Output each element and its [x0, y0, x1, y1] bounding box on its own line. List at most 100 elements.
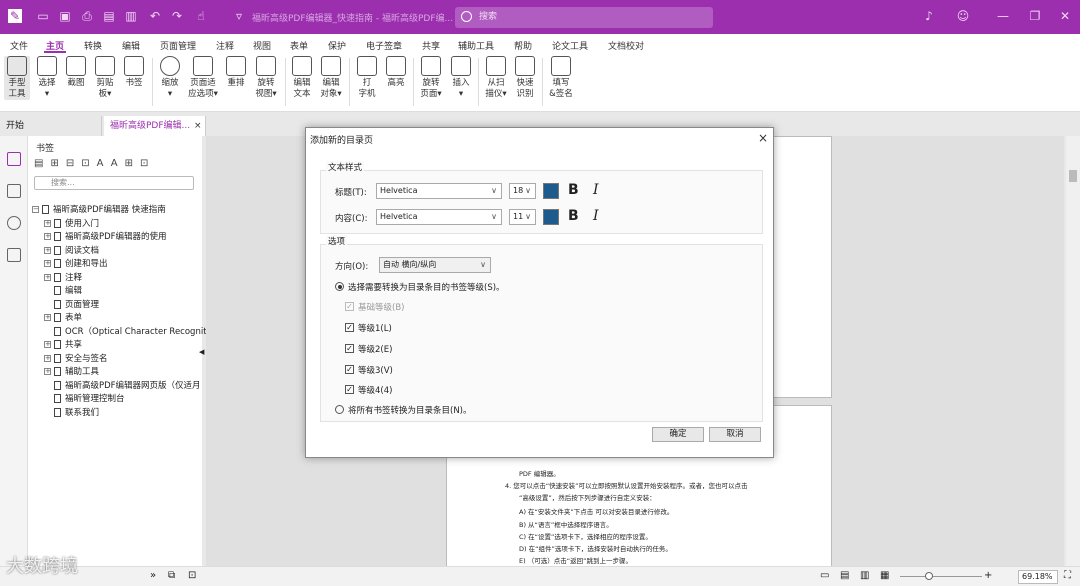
select-button[interactable]: 选择 ▾ — [35, 56, 59, 100]
typewriter-button[interactable]: 打 字机 — [355, 56, 379, 100]
close-window-icon[interactable]: ✕ — [1058, 9, 1072, 23]
zoom-slider-knob[interactable] — [925, 572, 933, 580]
scroll-thumb[interactable] — [1069, 170, 1077, 182]
bookmark-tree-item[interactable]: + 辅助工具 — [44, 366, 214, 379]
add-bookmark-icon[interactable]: ⊞ — [50, 158, 65, 169]
page-view-icon[interactable]: ⧉ — [168, 570, 175, 581]
bookmark-tree-item[interactable]: 福昕高级PDF编辑器网页版（仅适月 — [44, 380, 214, 393]
menu-esign[interactable]: 电子签章 — [366, 39, 402, 52]
zoom-button[interactable]: 缩放 ▾ — [158, 56, 182, 100]
undo-icon[interactable]: ↶ — [148, 9, 162, 23]
menu-comment[interactable]: 注释 — [216, 39, 234, 52]
menu-edit[interactable]: 编辑 — [122, 39, 140, 52]
save-icon[interactable]: ▣ — [58, 9, 72, 23]
expand-toggle-icon[interactable]: + — [44, 368, 51, 375]
bookmark-tree-item[interactable]: + 使用入门 — [44, 218, 214, 231]
restore-icon[interactable]: ❐ — [1028, 9, 1042, 23]
fill-sign-button[interactable]: 填写 &签名 — [547, 56, 575, 100]
bookmark-tree-item[interactable]: + 创建和导出 — [44, 258, 214, 271]
tab-close-icon[interactable]: × — [194, 116, 202, 136]
content-color-swatch[interactable] — [543, 209, 559, 225]
expand-toggle-icon[interactable]: + — [44, 246, 51, 254]
facing-icon[interactable]: ▥ — [860, 570, 869, 581]
last-page-icon[interactable]: » — [150, 570, 156, 581]
content-size-select[interactable]: 11 ∨ — [509, 209, 536, 225]
bookmark-tree-item[interactable]: 编辑 — [44, 285, 214, 298]
bookmark-search-input[interactable]: 搜索... — [34, 176, 194, 190]
vertical-scrollbar[interactable] — [1066, 136, 1080, 566]
quick-ocr-button[interactable]: 快速 识别 — [513, 56, 537, 100]
menu-form[interactable]: 表单 — [290, 39, 308, 52]
highlight-button[interactable]: 高亮 — [384, 56, 408, 89]
bookmark-button[interactable]: 书签 — [122, 56, 146, 89]
expand-toggle-icon[interactable]: + — [44, 273, 51, 281]
pages-panel-icon[interactable] — [7, 184, 21, 198]
insert-button[interactable]: 插入 ▾ — [449, 56, 473, 100]
zoom-value[interactable]: 69.18% — [1018, 570, 1058, 584]
bookmark-tree-item[interactable]: − 福昕高级PDF编辑器 快速指南 — [32, 204, 202, 217]
menu-view[interactable]: 视图 — [253, 39, 271, 52]
print-icon[interactable]: ⎙ — [80, 9, 94, 23]
expand-toggle-icon[interactable]: + — [44, 219, 51, 227]
title-size-select[interactable]: 18 ∨ — [509, 183, 536, 199]
content-italic-button[interactable]: I — [593, 208, 599, 224]
level4-checkbox[interactable]: ✓ — [345, 385, 354, 394]
edit-text-button[interactable]: 编辑 文本 — [290, 56, 314, 100]
bookmark-tree-item[interactable]: + 福昕高级PDF编辑器的使用 — [44, 231, 214, 244]
content-bold-button[interactable]: B — [568, 208, 579, 224]
search-box[interactable]: 搜索 — [455, 7, 713, 28]
tab-start[interactable]: 开始 — [0, 116, 102, 136]
bookmark-panel-icon[interactable] — [7, 152, 21, 166]
menu-file[interactable]: 文件 — [10, 39, 28, 52]
title-italic-button[interactable]: I — [593, 182, 599, 198]
expand-toggle-icon[interactable]: − — [32, 206, 39, 213]
expand-icon[interactable]: ⊞ — [125, 158, 140, 169]
collapse-panel-icon[interactable]: ◀ — [199, 348, 204, 356]
bookmark-tree-item[interactable]: 页面管理 — [44, 299, 214, 312]
radio-selected-levels[interactable] — [335, 282, 344, 291]
edit-object-button[interactable]: 编辑 对象▾ — [318, 56, 344, 100]
tag-icon[interactable]: ⊡ — [140, 158, 155, 169]
bookmark-tree-item[interactable]: 福昕管理控制台 — [44, 393, 214, 406]
delete-bookmark-icon[interactable]: ⊟ — [66, 158, 81, 169]
fullscreen-icon[interactable]: ⛶ — [1064, 570, 1071, 581]
font-larger-icon[interactable]: A — [97, 158, 111, 169]
level2-checkbox[interactable]: ✓ — [345, 344, 354, 353]
menu-convert[interactable]: 转换 — [84, 39, 102, 52]
screenshot-button[interactable]: 截图 — [64, 56, 88, 89]
clipboard-button[interactable]: 剪贴 板▾ — [93, 56, 117, 100]
title-color-swatch[interactable] — [543, 183, 559, 199]
rotate-view-button[interactable]: 旋转 视图▾ — [253, 56, 279, 100]
open-icon[interactable]: ▭ — [36, 9, 50, 23]
cover-icon[interactable]: ▦ — [880, 570, 889, 581]
bookmark-tree-item[interactable]: + 共享 — [44, 339, 214, 352]
expand-toggle-icon[interactable]: + — [44, 354, 51, 362]
bell-icon[interactable]: ♪ — [922, 9, 936, 23]
menu-help[interactable]: 帮助 — [514, 39, 532, 52]
single-page-icon[interactable]: ▭ — [820, 570, 829, 581]
menu-share[interactable]: 共享 — [422, 39, 440, 52]
bookmark-option-icon[interactable]: ⊡ — [81, 158, 96, 169]
zoom-in-icon[interactable]: + — [984, 570, 992, 581]
level1-checkbox[interactable]: ✓ — [345, 323, 354, 332]
cancel-button[interactable]: 取消 — [709, 427, 761, 442]
tab-document[interactable]: 福昕高级PDF编辑... × — [104, 116, 206, 136]
fit-page-button[interactable]: 页面适 应选项▾ — [187, 56, 219, 100]
ok-button[interactable]: 确定 — [652, 427, 704, 442]
scan-button[interactable]: 从扫 描仪▾ — [483, 56, 509, 100]
expand-toggle-icon[interactable]: + — [44, 260, 51, 267]
reflow-button[interactable]: 重排 — [224, 56, 248, 89]
dialog-close-icon[interactable]: × — [758, 131, 768, 145]
export-icon[interactable]: ▥ — [124, 9, 138, 23]
new-doc-icon[interactable]: ▤ — [102, 9, 116, 23]
direction-select[interactable]: 自动 横向/纵向 ∨ — [379, 257, 491, 273]
bookmark-tree-item[interactable]: + 表单 — [44, 312, 214, 325]
menu-protect[interactable]: 保护 — [328, 39, 346, 52]
customize-icon[interactable]: ▿ — [232, 9, 246, 23]
expand-toggle-icon[interactable]: + — [44, 314, 51, 321]
continuous-icon[interactable]: ▤ — [840, 570, 849, 581]
radio-all-bookmarks[interactable] — [335, 405, 344, 414]
bookmark-tree-item[interactable]: OCR（Optical Character Recogniti — [44, 326, 214, 339]
attachments-panel-icon[interactable] — [7, 248, 21, 262]
collapse-all-icon[interactable]: ▤ — [34, 158, 50, 169]
